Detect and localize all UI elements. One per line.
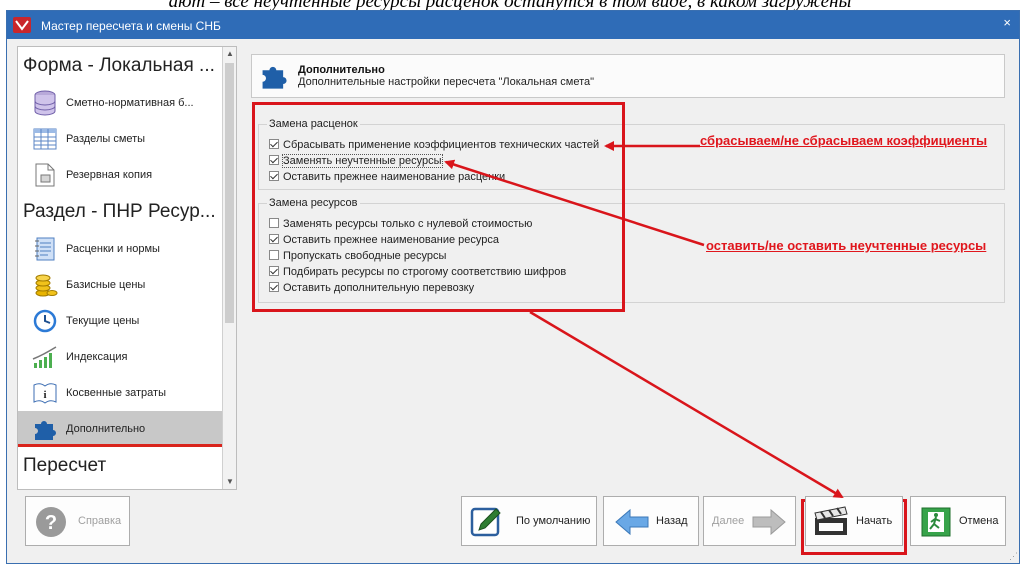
annotation-unaccounted-resources: оставить/не оставить неучтенные ресурсы: [706, 238, 987, 253]
nav-group-header[interactable]: Раздел - ПНР Ресур...: [18, 193, 223, 231]
title-bar: Мастер пересчета и смены СНБ ×: [7, 11, 1019, 39]
page-subtitle: Дополнительные настройки пересчета "Лока…: [298, 76, 595, 88]
nav-item-normative-base[interactable]: Сметно-нормативная б...: [18, 85, 223, 121]
start-button[interactable]: Начать: [805, 496, 903, 546]
cancel-button[interactable]: Отмена: [910, 496, 1006, 546]
resize-grip-icon[interactable]: ⋰: [1009, 551, 1018, 562]
puzzle-icon: [262, 66, 287, 89]
wizard-step-list: Форма - Локальная ... Сметно-нормативная…: [17, 46, 237, 490]
growth-chart-icon: [32, 346, 57, 368]
database-icon: [34, 90, 56, 116]
button-label: Начать: [856, 515, 893, 527]
nav-item-label: Разделы сметы: [66, 133, 146, 145]
nav-item-backup[interactable]: Резервная копия: [18, 157, 223, 193]
nav-scrollbar[interactable]: ▲ ▼: [222, 47, 236, 489]
nav-item-label: Сметно-нормативная б...: [66, 97, 194, 109]
window-title: Мастер пересчета и смены СНБ: [41, 19, 221, 33]
arrow-left-icon: [615, 508, 649, 536]
nav-item-label: Косвенные затраты: [66, 387, 166, 399]
nav-item-current-prices[interactable]: Текущие цены: [18, 303, 223, 339]
options-highlight-frame: [252, 102, 625, 312]
nav-group-header[interactable]: Пересчет: [18, 447, 223, 485]
page-title: Дополнительно: [298, 64, 385, 76]
nav-item-label: Базисные цены: [66, 279, 146, 291]
notebook-icon: [35, 237, 55, 261]
nav-group-header[interactable]: Форма - Локальная ...: [18, 47, 223, 85]
nav-item-rates[interactable]: Расценки и нормы: [18, 231, 223, 267]
button-label: Далее: [712, 515, 745, 527]
help-button[interactable]: ? Справка: [25, 496, 130, 546]
button-label: Назад: [656, 515, 688, 527]
clock-icon: [33, 309, 57, 333]
svg-text:?: ?: [45, 512, 57, 534]
puzzle-icon: [35, 421, 56, 440]
annotation-coefficients: сбрасываем/не сбрасываем коэффициенты: [700, 133, 988, 148]
button-label: Справка: [78, 515, 122, 527]
nav-item-label: Текущие цены: [66, 315, 140, 327]
exit-icon: [921, 507, 951, 537]
nav-item-label: Резервная копия: [66, 169, 153, 181]
scroll-up-icon[interactable]: ▲: [223, 47, 236, 61]
nav-item-additional[interactable]: Дополнительно: [18, 411, 223, 447]
nav-item-label: Дополнительно: [66, 423, 146, 435]
nav-item-indexation[interactable]: Индексация: [18, 339, 223, 375]
defaults-button[interactable]: По умолчанию: [461, 496, 597, 546]
scroll-down-icon[interactable]: ▼: [223, 475, 236, 489]
button-label: По умолчанию: [516, 515, 591, 527]
table-icon: [33, 128, 57, 150]
next-button[interactable]: Далее: [703, 496, 796, 546]
scroll-thumb[interactable]: [225, 63, 234, 323]
arrow-right-icon: [752, 508, 786, 536]
help-icon: ?: [36, 507, 66, 537]
page-header: Дополнительно Дополнительные настройки п…: [251, 54, 1005, 98]
nav-item-indirect-costs[interactable]: i Косвенные затраты: [18, 375, 223, 411]
edit-pencil-icon: [470, 507, 501, 537]
coins-icon: [35, 274, 58, 297]
info-book-icon: i: [33, 383, 57, 404]
nav-item-base-prices[interactable]: Базисные цены: [18, 267, 223, 303]
svg-text:i: i: [43, 389, 46, 401]
nav-item-label: Индексация: [66, 351, 128, 363]
backup-file-icon: [35, 163, 55, 187]
app-logo-icon: [13, 17, 31, 33]
button-label: Отмена: [959, 515, 999, 527]
close-icon[interactable]: ×: [1003, 15, 1011, 30]
nav-item-estimate-sections[interactable]: Разделы сметы: [18, 121, 223, 157]
nav-item-label: Расценки и нормы: [66, 243, 160, 255]
back-button[interactable]: Назад: [603, 496, 699, 546]
clapperboard-icon: [814, 506, 848, 535]
